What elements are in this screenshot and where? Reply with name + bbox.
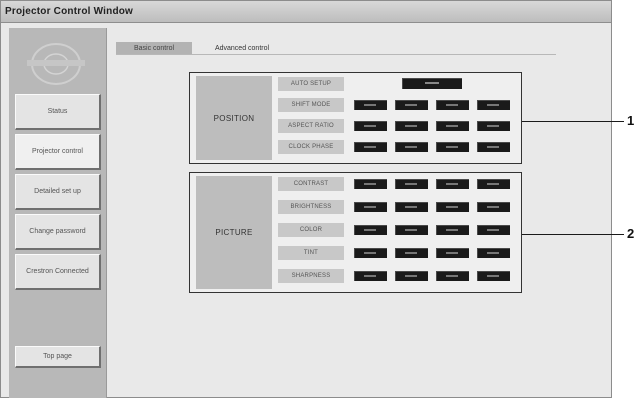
row-label: SHIFT MODE <box>278 98 344 112</box>
adjust-button[interactable] <box>436 100 469 110</box>
adjust-button[interactable] <box>477 121 510 131</box>
adjust-button[interactable] <box>477 248 510 258</box>
settings-row: SHARPNESS <box>278 267 518 285</box>
settings-row: BRIGHTNESS <box>278 198 518 216</box>
sidebar-item-label: Change password <box>29 228 86 235</box>
tab-label: Basic control <box>133 44 175 52</box>
sidebar-item-crestron-connected[interactable]: Crestron Connected <box>15 254 101 290</box>
callout-number: 1 <box>627 113 635 128</box>
sidebar-item-label: Top page <box>43 353 72 360</box>
sidebar-item-label: Detailed set up <box>34 188 81 195</box>
callout-line <box>522 234 624 235</box>
settings-row: COLOR <box>278 221 518 239</box>
tab-divider <box>116 54 556 55</box>
adjust-button[interactable] <box>395 202 428 212</box>
sidebar-item-label: Crestron Connected <box>26 268 89 275</box>
execute-button[interactable] <box>402 78 462 89</box>
settings-row: CLOCK PHASE <box>278 138 518 156</box>
callout-number: 2 <box>627 226 635 241</box>
sidebar-item-change-password[interactable]: Change password <box>15 214 101 250</box>
adjust-button[interactable] <box>477 100 510 110</box>
adjust-button[interactable] <box>395 100 428 110</box>
main-content: Basic control Advanced control POSITION … <box>108 28 611 397</box>
projector-control-window: Projector Control Window Status Projecto… <box>0 0 612 398</box>
settings-row: AUTO SETUP <box>278 75 518 93</box>
row-label: TINT <box>278 246 344 260</box>
adjust-button[interactable] <box>354 100 387 110</box>
adjust-button[interactable] <box>436 202 469 212</box>
adjust-button[interactable] <box>395 179 428 189</box>
settings-row: TINT <box>278 244 518 262</box>
settings-row: CONTRAST <box>278 175 518 193</box>
adjust-button[interactable] <box>477 202 510 212</box>
row-label: CLOCK PHASE <box>278 140 344 154</box>
adjust-button[interactable] <box>354 202 387 212</box>
tab-basic-control[interactable]: Basic control <box>116 42 192 54</box>
adjust-button[interactable] <box>395 248 428 258</box>
logo-icon <box>27 43 85 85</box>
sidebar-item-detailed-set-up[interactable]: Detailed set up <box>15 174 101 210</box>
row-label: SHARPNESS <box>278 269 344 283</box>
group-title: POSITION <box>196 76 272 160</box>
sidebar-item-status[interactable]: Status <box>15 94 101 130</box>
settings-row: SHIFT MODE <box>278 96 518 114</box>
adjust-button[interactable] <box>477 179 510 189</box>
adjust-button[interactable] <box>354 248 387 258</box>
adjust-button[interactable] <box>436 271 469 281</box>
row-label: BRIGHTNESS <box>278 200 344 214</box>
picture-group: PICTURE CONTRAST BRIGHTNESS COLOR TINT S… <box>189 172 522 293</box>
adjust-button[interactable] <box>395 271 428 281</box>
adjust-button[interactable] <box>395 225 428 235</box>
adjust-button[interactable] <box>477 271 510 281</box>
sidebar-item-label: Status <box>47 108 68 115</box>
adjust-button[interactable] <box>477 142 510 152</box>
callout-line <box>522 121 624 122</box>
adjust-button[interactable] <box>354 179 387 189</box>
row-label: CONTRAST <box>278 177 344 191</box>
title-bar: Projector Control Window <box>1 1 611 23</box>
position-group: POSITION AUTO SETUP SHIFT MODE ASPECT RA… <box>189 72 522 164</box>
settings-row: ASPECT RATIO <box>278 117 518 135</box>
window-title: Projector Control Window <box>5 6 134 17</box>
row-label: AUTO SETUP <box>278 77 344 91</box>
row-label: ASPECT RATIO <box>278 119 344 133</box>
row-label: COLOR <box>278 223 344 237</box>
adjust-button[interactable] <box>436 179 469 189</box>
adjust-button[interactable] <box>395 142 428 152</box>
adjust-button[interactable] <box>436 121 469 131</box>
adjust-button[interactable] <box>354 225 387 235</box>
sidebar: Status Projector control Detailed set up… <box>9 28 107 398</box>
adjust-button[interactable] <box>436 248 469 258</box>
adjust-button[interactable] <box>395 121 428 131</box>
adjust-button[interactable] <box>477 225 510 235</box>
adjust-button[interactable] <box>354 121 387 131</box>
tab-advanced-control[interactable]: Advanced control <box>202 42 282 54</box>
sidebar-item-projector-control[interactable]: Projector control <box>15 134 101 170</box>
adjust-button[interactable] <box>354 142 387 152</box>
sidebar-item-top-page[interactable]: Top page <box>15 346 101 368</box>
tab-label: Advanced control <box>214 44 270 52</box>
group-title: PICTURE <box>196 176 272 289</box>
adjust-button[interactable] <box>354 271 387 281</box>
sidebar-item-label: Projector control <box>32 148 83 155</box>
adjust-button[interactable] <box>436 225 469 235</box>
adjust-button[interactable] <box>436 142 469 152</box>
